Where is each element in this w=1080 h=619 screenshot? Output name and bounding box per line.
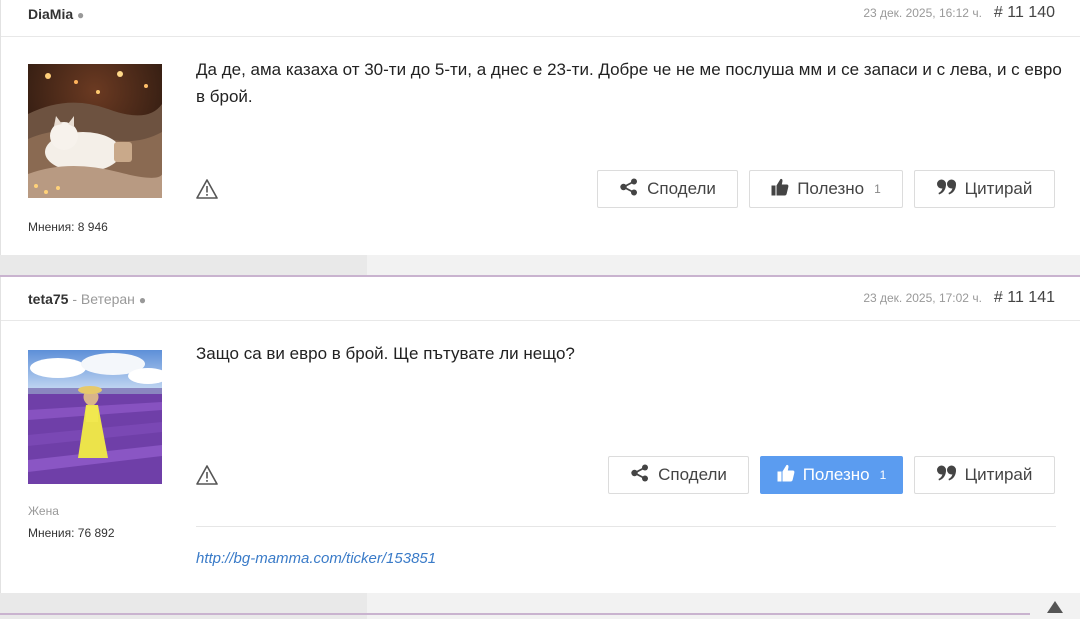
post-date: 23 дек. 2025, 16:12 ч. (863, 6, 982, 20)
author-name[interactable]: teta75 (28, 291, 68, 307)
share-icon (619, 178, 639, 201)
post-header: DiaMia ● 23 дек. 2025, 16:12 ч. # 11 140 (1, 0, 1080, 37)
separator-shade (0, 255, 367, 277)
online-dot-icon: ● (138, 293, 147, 307)
author-gender: Жена (28, 504, 59, 518)
opinions-count: Мнения: 8 946 (28, 220, 108, 234)
signature-divider (196, 526, 1056, 527)
post-number[interactable]: # 11 140 (994, 4, 1055, 22)
thumbs-up-icon (777, 464, 795, 487)
scroll-top-icon[interactable] (1046, 600, 1064, 614)
quote-label: Цитирай (964, 179, 1033, 198)
avatar[interactable] (28, 64, 162, 198)
useful-label: Полезно (797, 179, 865, 198)
post-number[interactable]: # 11 141 (994, 289, 1055, 307)
useful-label: Полезно (802, 465, 870, 484)
warning-icon[interactable] (196, 178, 218, 200)
ticker-link[interactable]: http://bg-mamma.com/ticker/153851 (196, 550, 436, 567)
quote-icon (936, 465, 957, 486)
share-label: Сподели (647, 179, 716, 198)
online-dot-icon: ● (77, 8, 85, 22)
separator-shade (0, 593, 367, 619)
quote-button[interactable]: Цитирай (914, 456, 1055, 494)
author[interactable]: teta75 - Ветеран ● (28, 291, 146, 307)
quote-label: Цитирай (964, 465, 1033, 484)
avatar-lavender-image (28, 350, 162, 484)
share-button[interactable]: Сподели (608, 456, 749, 494)
separator-line (0, 613, 1030, 615)
post-separator (0, 593, 1080, 619)
avatar[interactable] (28, 350, 162, 484)
useful-button[interactable]: Полезно 1 (749, 170, 903, 208)
post-date: 23 дек. 2025, 17:02 ч. (863, 291, 982, 305)
thumbs-up-icon (771, 178, 789, 201)
share-button[interactable]: Сподели (597, 170, 738, 208)
opinions-count: Мнения: 76 892 (28, 526, 115, 540)
post-meta: 23 дек. 2025, 16:12 ч. # 11 140 (863, 4, 1055, 22)
share-icon (630, 464, 650, 487)
post-11140: DiaMia ● 23 дек. 2025, 16:12 ч. # 11 140 (0, 0, 1080, 255)
useful-count: 1 (874, 182, 881, 196)
author-rank: - Ветеран (72, 291, 135, 307)
author-name[interactable]: DiaMia (28, 6, 73, 22)
post-separator (0, 255, 1080, 277)
post-text: Защо са ви евро в брой. Ще пътувате ли н… (196, 344, 575, 363)
warning-icon[interactable] (196, 464, 218, 486)
post-header: teta75 - Ветеран ● 23 дек. 2025, 17:02 ч… (1, 277, 1080, 321)
quote-icon (936, 179, 957, 200)
quote-button[interactable]: Цитирай (914, 170, 1055, 208)
post-meta: 23 дек. 2025, 17:02 ч. # 11 141 (863, 289, 1055, 307)
useful-count: 1 (879, 468, 887, 482)
useful-button[interactable]: Полезно 1 (760, 456, 903, 494)
share-label: Сподели (658, 465, 727, 484)
post-11141: teta75 - Ветеран ● 23 дек. 2025, 17:02 ч… (0, 277, 1080, 593)
author[interactable]: DiaMia ● (28, 6, 84, 22)
post-text: Да де, ама казаха от 30-ти до 5-ти, а дн… (196, 60, 1062, 106)
avatar-cat-image (28, 64, 162, 198)
